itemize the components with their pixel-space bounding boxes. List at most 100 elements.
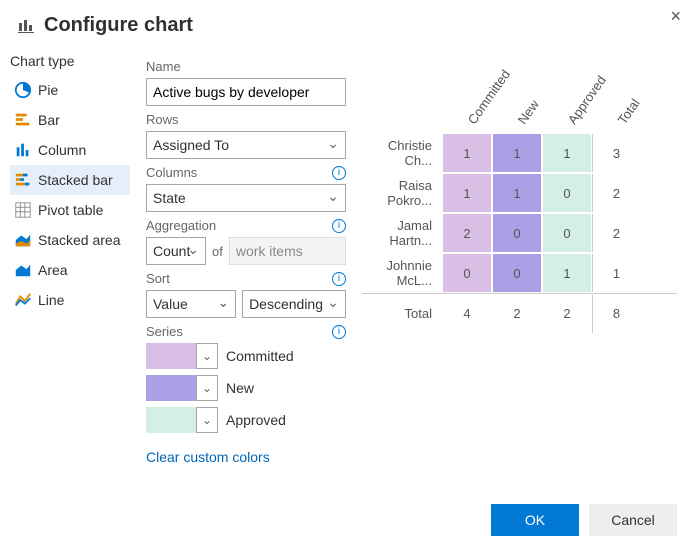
pivot-row: Raisa Pokro...1102 bbox=[362, 173, 677, 213]
pivot-row-total: 2 bbox=[592, 174, 640, 212]
dialog-title: Configure chart bbox=[44, 14, 193, 37]
chart-type-label-stacked-area: Stacked area bbox=[38, 232, 121, 248]
chart-type-label-pie: Pie bbox=[38, 82, 58, 98]
series-name: Approved bbox=[226, 412, 286, 428]
pivot-row-label: Jamal Hartn... bbox=[362, 218, 442, 248]
clear-custom-colors-link[interactable]: Clear custom colors bbox=[146, 449, 270, 465]
pivot-row-total: 1 bbox=[592, 254, 640, 292]
chevron-down-icon: ⌄ bbox=[196, 375, 218, 401]
chart-type-sidebar: Chart type Pie Bar Column Stacked bar Pi… bbox=[10, 53, 130, 465]
chart-type-stacked-bar[interactable]: Stacked bar bbox=[10, 165, 130, 195]
rows-select[interactable]: Assigned To bbox=[146, 131, 346, 159]
aggregation-of-label: of bbox=[212, 244, 223, 259]
pivot-table-icon bbox=[14, 201, 32, 219]
series-row: ⌄ Committed bbox=[146, 343, 346, 369]
pivot-cell: 1 bbox=[443, 134, 491, 172]
line-icon bbox=[14, 291, 32, 309]
pivot-row: Christie Ch...1113 bbox=[362, 133, 677, 173]
sort-field-select[interactable]: Value bbox=[146, 290, 236, 318]
chart-type-pivot-table[interactable]: Pivot table bbox=[10, 195, 130, 225]
area-icon bbox=[14, 261, 32, 279]
series-label: Series bbox=[146, 324, 183, 339]
pie-icon bbox=[14, 81, 32, 99]
pivot-cell: 0 bbox=[543, 174, 591, 212]
info-icon[interactable]: i bbox=[332, 325, 346, 339]
pivot-column-total: 4 bbox=[443, 295, 491, 333]
pivot-row: Jamal Hartn...2002 bbox=[362, 213, 677, 253]
pivot-column-header: New bbox=[492, 73, 542, 133]
pivot-column-total: 2 bbox=[493, 295, 541, 333]
sort-label: Sort bbox=[146, 271, 170, 286]
aggregation-target: work items bbox=[229, 237, 346, 265]
pivot-cell: 1 bbox=[543, 254, 591, 292]
chevron-down-icon: ⌄ bbox=[196, 407, 218, 433]
pivot-row-total: 3 bbox=[592, 134, 640, 172]
series-color-picker[interactable]: ⌄ bbox=[146, 375, 218, 401]
dialog-title-bar: Configure chart bbox=[18, 14, 677, 37]
pivot-cell: 0 bbox=[493, 214, 541, 252]
pivot-row: Johnnie McL...0011 bbox=[362, 253, 677, 293]
chevron-down-icon: ⌄ bbox=[196, 343, 218, 369]
pivot-cell: 1 bbox=[543, 134, 591, 172]
chart-type-label-stacked-bar: Stacked bar bbox=[38, 172, 113, 188]
info-icon[interactable]: i bbox=[332, 272, 346, 286]
name-input[interactable] bbox=[146, 78, 346, 106]
close-icon[interactable]: × bbox=[670, 6, 681, 27]
chart-type-label-pivot: Pivot table bbox=[38, 202, 103, 218]
columns-label: Columns bbox=[146, 165, 197, 180]
stacked-bar-icon bbox=[14, 171, 32, 189]
aggregation-label: Aggregation bbox=[146, 218, 216, 233]
chart-type-column[interactable]: Column bbox=[10, 135, 130, 165]
series-row: ⌄ Approved bbox=[146, 407, 346, 433]
series-row: ⌄ New bbox=[146, 375, 346, 401]
pivot-cell: 0 bbox=[443, 254, 491, 292]
pivot-column-total: 2 bbox=[543, 295, 591, 333]
chart-type-area[interactable]: Area bbox=[10, 255, 130, 285]
column-icon bbox=[14, 141, 32, 159]
pivot-row-label: Raisa Pokro... bbox=[362, 178, 442, 208]
ok-button[interactable]: OK bbox=[491, 504, 579, 536]
stacked-area-icon bbox=[14, 231, 32, 249]
chart-type-label: Chart type bbox=[10, 53, 130, 69]
name-label: Name bbox=[146, 59, 346, 74]
sort-direction-select[interactable]: Descending bbox=[242, 290, 346, 318]
rows-label: Rows bbox=[146, 112, 179, 127]
chart-type-label-line: Line bbox=[38, 292, 64, 308]
chart-preview: CommittedNewApprovedTotal Christie Ch...… bbox=[362, 53, 677, 465]
bar-icon bbox=[14, 111, 32, 129]
chart-type-pie[interactable]: Pie bbox=[10, 75, 130, 105]
chart-type-bar[interactable]: Bar bbox=[10, 105, 130, 135]
pivot-table-preview: CommittedNewApprovedTotal Christie Ch...… bbox=[362, 73, 677, 333]
chart-type-stacked-area[interactable]: Stacked area bbox=[10, 225, 130, 255]
series-color-picker[interactable]: ⌄ bbox=[146, 407, 218, 433]
pivot-cell: 1 bbox=[443, 174, 491, 212]
pivot-cell: 0 bbox=[543, 214, 591, 252]
pivot-cell: 2 bbox=[443, 214, 491, 252]
pivot-cell: 0 bbox=[493, 254, 541, 292]
info-icon[interactable]: i bbox=[332, 166, 346, 180]
chart-type-label-area: Area bbox=[38, 262, 68, 278]
series-color-picker[interactable]: ⌄ bbox=[146, 343, 218, 369]
chart-type-line[interactable]: Line bbox=[10, 285, 130, 315]
pivot-grand-total: 8 bbox=[592, 295, 640, 333]
chart-type-label-column: Column bbox=[38, 142, 86, 158]
chart-type-label-bar: Bar bbox=[38, 112, 60, 128]
pivot-total-label: Total bbox=[362, 306, 442, 321]
pivot-row-label: Johnnie McL... bbox=[362, 258, 442, 288]
columns-select[interactable]: State bbox=[146, 184, 346, 212]
info-icon[interactable]: i bbox=[332, 219, 346, 233]
chart-config-icon bbox=[18, 17, 36, 35]
pivot-cell: 1 bbox=[493, 134, 541, 172]
aggregation-select[interactable]: Count bbox=[146, 237, 206, 265]
cancel-button[interactable]: Cancel bbox=[589, 504, 677, 536]
pivot-row-label: Christie Ch... bbox=[362, 138, 442, 168]
pivot-total-row: Total4228 bbox=[362, 293, 677, 333]
pivot-column-header: Total bbox=[592, 73, 642, 133]
pivot-cell: 1 bbox=[493, 174, 541, 212]
pivot-row-total: 2 bbox=[592, 214, 640, 252]
series-name: New bbox=[226, 380, 254, 396]
pivot-column-header: Approved bbox=[542, 73, 592, 133]
chart-config-form: Name Rows Assigned To Columns i State Agg… bbox=[146, 53, 346, 465]
pivot-column-header: Committed bbox=[442, 73, 492, 133]
series-name: Committed bbox=[226, 348, 294, 364]
